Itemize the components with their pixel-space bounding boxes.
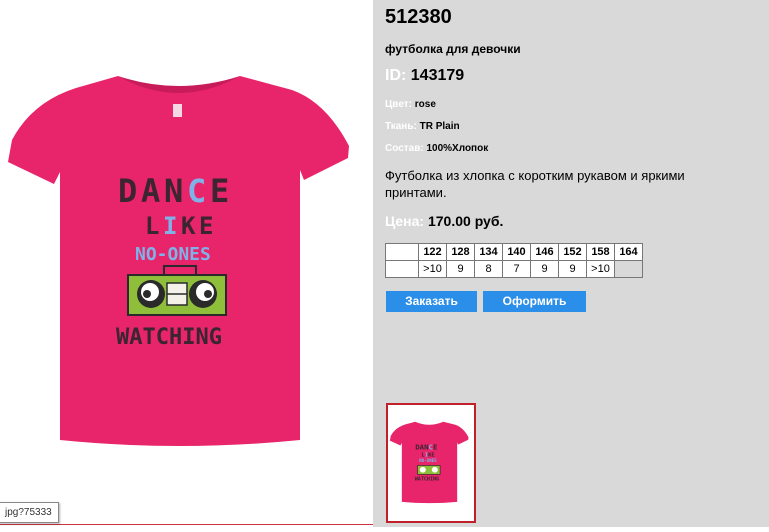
price-value: 170.00 руб. bbox=[427, 213, 504, 229]
print-letter-l: L bbox=[145, 212, 159, 240]
tshirt-label bbox=[173, 104, 182, 117]
fabric-value: TR Plain bbox=[419, 121, 460, 132]
color-value: rose bbox=[414, 99, 436, 110]
main-product-image[interactable]: D A N C E L I K E NO-ONES WATCHING bbox=[0, 0, 373, 527]
size-header-cell: 146 bbox=[530, 243, 559, 261]
size-header-cell: 152 bbox=[558, 243, 587, 261]
stock-cell[interactable]: >10 bbox=[586, 260, 615, 278]
stock-cell[interactable]: 7 bbox=[502, 260, 531, 278]
product-subtitle: футболка для девочки bbox=[385, 42, 521, 56]
size-header-cell: 140 bbox=[502, 243, 531, 261]
product-article: 512380 bbox=[385, 6, 452, 28]
color-label: Цвет: bbox=[385, 99, 412, 110]
thumb-print-watching: WATCHING bbox=[415, 477, 439, 483]
composition-value: 100%Хлопок bbox=[426, 143, 489, 154]
print-letter-e: E bbox=[210, 172, 229, 210]
thumb-print-like: LIKE bbox=[421, 453, 434, 459]
print-letter-n: N bbox=[164, 172, 183, 210]
print-letter-c: C bbox=[187, 172, 206, 210]
product-id: ID: 143179 bbox=[385, 67, 464, 85]
print-letter-d: D bbox=[118, 172, 137, 210]
stock-cell[interactable]: 9 bbox=[446, 260, 475, 278]
divider bbox=[0, 524, 373, 525]
checkout-button[interactable]: Оформить bbox=[483, 291, 586, 312]
stock-cell[interactable]: 9 bbox=[530, 260, 559, 278]
fabric-label: Ткань: bbox=[385, 121, 417, 132]
size-header-row: 122 128 134 140 146 152 158 164 bbox=[385, 243, 643, 261]
size-header-cell: 128 bbox=[446, 243, 475, 261]
print-watching: WATCHING bbox=[116, 325, 222, 350]
composition-label: Состав: bbox=[385, 143, 424, 154]
print-no-ones: NO-ONES bbox=[135, 244, 211, 265]
stock-cell bbox=[614, 260, 643, 278]
size-header-cell: 158 bbox=[586, 243, 615, 261]
product-color: Цвет: rose bbox=[385, 99, 436, 110]
print-letter-a: A bbox=[141, 172, 160, 210]
stock-cell bbox=[385, 260, 419, 278]
thumb-print-no-ones: NO-ONES bbox=[419, 458, 437, 463]
size-table: 122 128 134 140 146 152 158 164 >10 9 8 … bbox=[385, 243, 643, 278]
thumbnail-tshirt-image: DANCE LIKE NO-ONES WATCHING bbox=[389, 421, 469, 504]
price-label: Цена: bbox=[385, 213, 425, 229]
thumb-print-dance: DANCE bbox=[415, 443, 437, 452]
print-letter-i: I bbox=[163, 212, 177, 240]
product-price: Цена: 170.00 руб. bbox=[385, 213, 503, 229]
stock-cell[interactable]: 9 bbox=[558, 260, 587, 278]
size-header-cell: 134 bbox=[474, 243, 503, 261]
product-description: Футболка из хлопка с коротким рукавом и … bbox=[385, 168, 685, 200]
product-info-panel: 512380 футболка для девочки ID: 143179 Ц… bbox=[373, 0, 769, 527]
stock-cell[interactable]: 8 bbox=[474, 260, 503, 278]
product-id-value: 143179 bbox=[410, 67, 465, 84]
product-id-label: ID: bbox=[385, 67, 407, 84]
image-url-tooltip: jpg?75333 bbox=[0, 502, 59, 523]
print-letter-e2: E bbox=[199, 212, 213, 240]
size-header-cell: 164 bbox=[614, 243, 643, 261]
product-thumbnail[interactable]: DANCE LIKE NO-ONES WATCHING bbox=[386, 403, 476, 523]
product-fabric: Ткань: TR Plain bbox=[385, 121, 460, 132]
product-composition: Состав: 100%Хлопок bbox=[385, 143, 488, 154]
size-header-cell: 122 bbox=[418, 243, 447, 261]
stock-cell[interactable]: >10 bbox=[418, 260, 447, 278]
size-header-cell bbox=[385, 243, 419, 261]
print-letter-k: K bbox=[181, 212, 196, 240]
order-button[interactable]: Заказать bbox=[386, 291, 477, 312]
tshirt-image: D A N C E L I K E NO-ONES WATCHING bbox=[8, 76, 349, 446]
size-stock-row: >10 9 8 7 9 9 >10 bbox=[385, 260, 643, 278]
